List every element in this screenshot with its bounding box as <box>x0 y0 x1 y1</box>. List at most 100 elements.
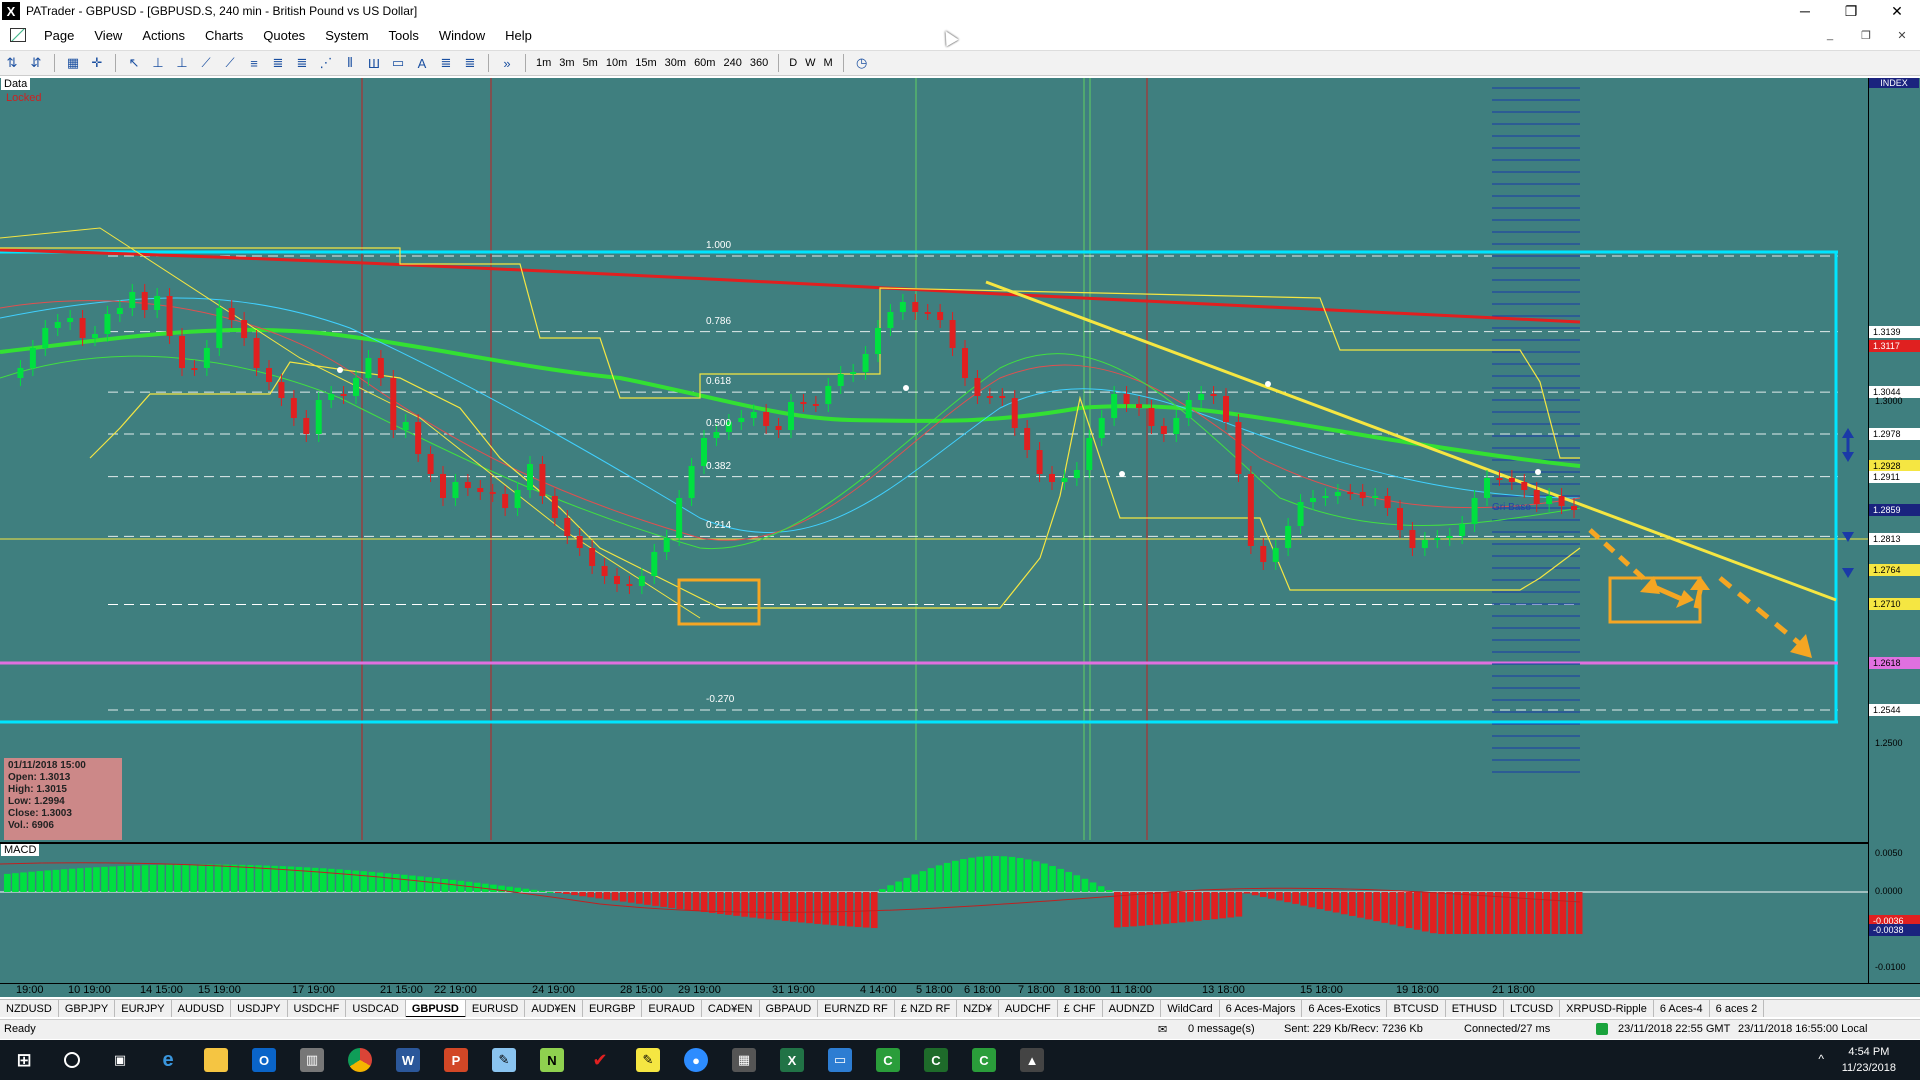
timeframe-1m[interactable]: 1m <box>532 53 555 73</box>
symbol-tab[interactable]: EURGBP <box>583 1000 643 1017</box>
rectangle-icon[interactable]: ▭ <box>388 53 408 73</box>
sticky-notes-icon[interactable]: ✎ <box>624 1040 672 1080</box>
symbol-tab[interactable]: USDJPY <box>231 1000 288 1017</box>
symbol-tab[interactable]: GBPJPY <box>59 1000 116 1017</box>
symbol-tab[interactable]: BTCUSD <box>1387 1000 1446 1017</box>
symbol-tab[interactable]: EURUSD <box>466 1000 526 1017</box>
fib-extension-icon[interactable]: ≣ <box>292 53 312 73</box>
price-chart-canvas[interactable] <box>0 78 1868 840</box>
symbol-tab[interactable]: AUDCHF <box>999 1000 1058 1017</box>
menu-help[interactable]: Help <box>495 28 542 43</box>
macd-pane[interactable]: MACD <box>0 842 1868 983</box>
fibonacci-icon[interactable]: ≣ <box>268 53 288 73</box>
powerpoint-icon[interactable]: P <box>432 1040 480 1080</box>
trend-line-icon[interactable]: ⟋ <box>196 53 216 73</box>
symbol-tab[interactable]: AUD¥EN <box>525 1000 583 1017</box>
price-axis[interactable]: INDEX 1.3139 1.3117 1.3044 1.2978 1.2928 1.29… <box>1868 78 1920 983</box>
symbol-tab[interactable]: USDCAD <box>346 1000 406 1017</box>
trading-app-icon[interactable]: ✔ <box>576 1040 624 1080</box>
search-icon[interactable] <box>48 1040 96 1080</box>
symbol-tab[interactable]: EURJPY <box>115 1000 172 1017</box>
time-axis[interactable]: 19:00 10 19:00 14 15:00 15 19:00 17 19:00 21 … <box>0 983 1920 997</box>
ray-line-icon[interactable]: ⟋ <box>220 53 240 73</box>
excel-icon[interactable]: X <box>768 1040 816 1080</box>
timeframe-monthly[interactable]: M <box>820 53 837 73</box>
timeframe-30m[interactable]: 30m <box>661 53 690 73</box>
symbol-tab[interactable]: ETHUSD <box>1446 1000 1504 1017</box>
chart-area[interactable]: Data Locked 1.000 0.786 0.618 0.500 0.382 0.2… <box>0 78 1920 983</box>
mdi-minimize-button[interactable]: _ <box>1812 24 1848 46</box>
taskbar-clock[interactable]: 4:54 PM 11/23/2018 <box>1842 1044 1896 1076</box>
text-icon[interactable]: A <box>412 53 432 73</box>
menu-window[interactable]: Window <box>429 28 495 43</box>
notes-icon[interactable]: ✎ <box>480 1040 528 1080</box>
remote-desktop-icon[interactable]: ▭ <box>816 1040 864 1080</box>
cycle-lines-icon[interactable]: ⦀ <box>340 53 360 73</box>
timeframe-240[interactable]: 240 <box>719 53 745 73</box>
symbol-tab[interactable]: AUDNZD <box>1103 1000 1162 1017</box>
fib-arc-icon[interactable]: ≣ <box>460 53 480 73</box>
symbol-tab[interactable]: CAD¥EN <box>702 1000 760 1017</box>
ninjatrader-icon[interactable]: N <box>528 1040 576 1080</box>
symbol-tab[interactable]: 6 Aces-Exotics <box>1302 1000 1388 1017</box>
zoom-icon[interactable]: ● <box>672 1040 720 1080</box>
vertical-line-icon[interactable]: ⊥ <box>172 53 192 73</box>
symbol-tab[interactable]: 6 aces 2 <box>1710 1000 1765 1017</box>
maximize-button[interactable]: ❐ <box>1828 0 1874 22</box>
channel-icon[interactable]: ≡ <box>244 53 264 73</box>
timeframe-3m[interactable]: 3m <box>555 53 578 73</box>
system-tray-expand[interactable]: ^ <box>1818 1052 1824 1066</box>
symbol-tab[interactable]: EURAUD <box>642 1000 702 1017</box>
photos-icon[interactable]: ▲ <box>1008 1040 1056 1080</box>
mail-icon[interactable]: ✉ <box>1158 1023 1167 1036</box>
menu-quotes[interactable]: Quotes <box>253 28 315 43</box>
camtasia-icon-1[interactable]: C <box>864 1040 912 1080</box>
symbol-tab[interactable]: EURNZD RF <box>818 1000 895 1017</box>
mdi-restore-button[interactable]: ❐ <box>1848 24 1884 46</box>
price-chart[interactable]: Data Locked 1.000 0.786 0.618 0.500 0.382 0.2… <box>0 78 1868 840</box>
symbol-tab[interactable]: £ CHF <box>1058 1000 1103 1017</box>
clock-icon[interactable]: ◷ <box>852 53 872 73</box>
symbol-tab[interactable]: XRPUSD-Ripple <box>1560 1000 1654 1017</box>
symbol-tab[interactable]: 6 Aces-4 <box>1654 1000 1710 1017</box>
timeframe-10m[interactable]: 10m <box>602 53 631 73</box>
menu-system[interactable]: System <box>315 28 378 43</box>
menu-view[interactable]: View <box>84 28 132 43</box>
macd-canvas[interactable] <box>0 844 1868 983</box>
symbol-tab[interactable]: USDCHF <box>288 1000 347 1017</box>
task-view-icon[interactable]: ▣ <box>96 1040 144 1080</box>
gann-fan-icon[interactable]: ⋰ <box>316 53 336 73</box>
buy-sell-icon[interactable]: ⇅ <box>2 53 22 73</box>
menu-tools[interactable]: Tools <box>379 28 429 43</box>
symbol-tab[interactable]: WildCard <box>1161 1000 1220 1017</box>
timeframe-15m[interactable]: 15m <box>631 53 660 73</box>
menu-page[interactable]: Page <box>34 28 84 43</box>
word-icon[interactable]: W <box>384 1040 432 1080</box>
symbol-tab[interactable]: NZD¥ <box>957 1000 999 1017</box>
camtasia-icon-2[interactable]: C <box>912 1040 960 1080</box>
symbol-tab[interactable]: £ NZD RF <box>895 1000 958 1017</box>
timeframe-5m[interactable]: 5m <box>579 53 602 73</box>
outlook-icon[interactable]: O <box>240 1040 288 1080</box>
chart-type-icon[interactable]: ▦ <box>63 53 83 73</box>
status-messages[interactable]: 0 message(s) <box>1188 1023 1255 1035</box>
symbol-tab[interactable]: GBPUSD <box>405 1000 466 1017</box>
minimize-button[interactable]: ─ <box>1782 0 1828 22</box>
timeframe-weekly[interactable]: W <box>801 53 819 73</box>
chrome-icon[interactable] <box>336 1040 384 1080</box>
menu-actions[interactable]: Actions <box>132 28 195 43</box>
symbol-tab[interactable]: NZDUSD <box>0 1000 59 1017</box>
symbol-tab[interactable]: LTCUSD <box>1504 1000 1561 1017</box>
more-tools-icon[interactable]: » <box>497 53 517 73</box>
menu-charts[interactable]: Charts <box>195 28 253 43</box>
pointer-icon[interactable]: ↖ <box>124 53 144 73</box>
timeframe-daily[interactable]: D <box>785 53 801 73</box>
pitchfork-icon[interactable]: Ш <box>364 53 384 73</box>
trade-icon[interactable]: ⇵ <box>26 53 46 73</box>
camtasia-icon-3[interactable]: C <box>960 1040 1008 1080</box>
symbol-tab[interactable]: 6 Aces-Majors <box>1220 1000 1303 1017</box>
horizontal-line-icon[interactable]: ⊥ <box>148 53 168 73</box>
patrader-icon[interactable]: ▥ <box>288 1040 336 1080</box>
timeframe-60m[interactable]: 60m <box>690 53 719 73</box>
file-explorer-icon[interactable] <box>192 1040 240 1080</box>
